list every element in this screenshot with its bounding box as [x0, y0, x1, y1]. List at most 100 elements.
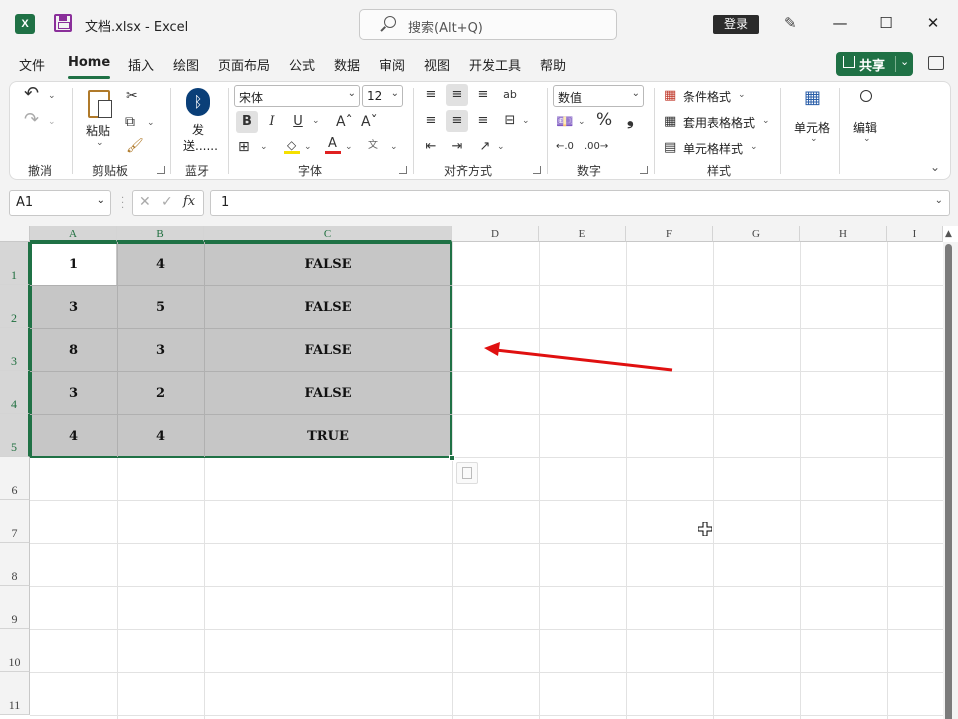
tab-home[interactable]: Home [68, 55, 110, 70]
cancel-icon[interactable]: ✕ [139, 194, 151, 210]
cell-c3[interactable]: FALSE [204, 343, 452, 358]
row-header-7[interactable]: 7 [0, 500, 30, 543]
cell-b1[interactable]: 4 [117, 257, 204, 272]
wrap-text-icon[interactable]: ab [499, 84, 521, 106]
comment-icon[interactable] [928, 56, 944, 70]
cell-a4[interactable]: 3 [30, 386, 117, 401]
row-header-3[interactable]: 3 [0, 328, 30, 371]
chevron-down-icon[interactable]: ⌄ [497, 142, 505, 152]
fill-handle[interactable] [449, 455, 455, 461]
chevron-down-icon[interactable]: ⌄ [147, 118, 155, 128]
tab-formulas[interactable]: 公式 [289, 55, 315, 74]
quick-analysis-icon[interactable] [456, 462, 478, 484]
column-header-f[interactable]: F [626, 226, 713, 242]
cell-a5[interactable]: 4 [30, 429, 117, 444]
cell-a2[interactable]: 3 [30, 300, 117, 315]
decrease-decimal-icon[interactable]: .00→ [584, 139, 608, 155]
cell-style-icon[interactable]: ▤ [664, 140, 676, 156]
maximize-button[interactable]: ☐ [875, 11, 897, 35]
tab-draw[interactable]: 绘图 [173, 55, 199, 74]
alignment-launcher-icon[interactable] [533, 166, 541, 174]
fill-color-icon[interactable]: ◇ [284, 138, 300, 154]
enter-icon[interactable]: ✓ [161, 194, 173, 210]
chevron-down-icon[interactable]: ⌄ [810, 134, 818, 144]
column-header-g[interactable]: G [713, 226, 800, 242]
bold-button[interactable]: B [236, 111, 258, 133]
search-box[interactable]: 搜索(Alt+Q) [359, 9, 617, 40]
decrease-indent-icon[interactable]: ⇤ [420, 136, 442, 158]
tab-help[interactable]: 帮助 [540, 55, 566, 74]
merge-center-icon[interactable]: ⊟ [499, 110, 521, 132]
cell-a1[interactable]: 1 [30, 257, 117, 272]
format-as-table-button[interactable]: 套用表格格式 [683, 114, 755, 131]
minimize-button[interactable]: — [829, 11, 851, 35]
chevron-down-icon[interactable]: ⌄ [762, 116, 770, 126]
align-top-icon[interactable]: ≡ [420, 84, 442, 106]
chevron-down-icon[interactable]: ⌄ [48, 117, 56, 127]
accounting-format-icon[interactable]: 💷 [556, 114, 573, 130]
cell-c4[interactable]: FALSE [204, 386, 452, 401]
tab-insert[interactable]: 插入 [128, 55, 154, 74]
row-header-8[interactable]: 8 [0, 543, 30, 586]
chevron-down-icon[interactable]: ⌄ [312, 116, 320, 126]
cell-styles-button[interactable]: 单元格样式 [683, 140, 743, 157]
orientation-icon[interactable]: ↗ [474, 136, 496, 158]
align-left-icon[interactable]: ≡ [420, 110, 442, 132]
font-launcher-icon[interactable] [399, 166, 407, 174]
chevron-down-icon[interactable]: ⌄ [900, 55, 909, 68]
align-center-icon[interactable]: ≡ [446, 110, 468, 132]
chevron-down-icon[interactable]: ⌄ [96, 138, 104, 148]
cell-c5[interactable]: TRUE [204, 429, 452, 444]
tab-developer[interactable]: 开发工具 [469, 55, 521, 74]
name-box[interactable]: A1 ⌄ [9, 190, 111, 216]
chevron-down-icon[interactable]: ⌄ [522, 116, 530, 126]
column-header-h[interactable]: H [800, 226, 887, 242]
align-middle-icon[interactable]: ≡ [446, 84, 468, 106]
row-header-4[interactable]: 4 [0, 371, 30, 414]
column-header-b[interactable]: B [117, 226, 204, 242]
cell-c1[interactable]: FALSE [204, 257, 452, 272]
number-launcher-icon[interactable] [640, 166, 648, 174]
bluetooth-send-label-2[interactable]: 送...... [183, 137, 218, 154]
phonetic-icon[interactable]: 文 [368, 138, 378, 154]
percent-icon[interactable]: % [596, 112, 612, 129]
table-format-icon[interactable]: ▦ [664, 114, 676, 130]
italic-button[interactable]: I [261, 111, 283, 133]
ribbon-collapse-icon[interactable]: ⌄ [930, 160, 940, 174]
save-icon[interactable] [54, 14, 72, 32]
cell-b3[interactable]: 3 [117, 343, 204, 358]
tab-page-layout[interactable]: 页面布局 [218, 55, 270, 74]
clipboard-launcher-icon[interactable] [157, 166, 165, 174]
format-painter-icon[interactable]: 🖌 [126, 138, 144, 154]
redo-icon[interactable]: ↷ [24, 111, 39, 129]
cell-b5[interactable]: 4 [117, 429, 204, 444]
close-button[interactable]: ✕ [922, 11, 944, 35]
align-bottom-icon[interactable]: ≡ [472, 84, 494, 106]
row-header-6[interactable]: 6 [0, 457, 30, 500]
tab-file[interactable]: 文件 [19, 55, 45, 74]
cell-b2[interactable]: 5 [117, 300, 204, 315]
border-icon[interactable]: ⊞ [238, 139, 250, 155]
conditional-format-icon[interactable]: ▦ [664, 88, 676, 104]
chevron-down-icon[interactable]: ⌄ [578, 117, 586, 127]
paste-label[interactable]: 粘贴 [86, 122, 110, 139]
column-header-d[interactable]: D [452, 226, 539, 242]
column-header-a[interactable]: A [30, 226, 117, 242]
column-header-i[interactable]: I [887, 226, 943, 242]
row-header-1[interactable]: 1 [0, 242, 30, 285]
cell-a3[interactable]: 8 [30, 343, 117, 358]
chevron-down-icon[interactable]: ⌄ [304, 142, 312, 152]
comma-style-icon[interactable]: ❟ [627, 112, 634, 129]
font-size-select[interactable]: 12 ⌄ [362, 85, 403, 107]
tab-review[interactable]: 审阅 [379, 55, 405, 74]
row-header-2[interactable]: 2 [0, 285, 30, 328]
formula-input[interactable]: 1 ⌄ [210, 190, 950, 216]
chevron-down-icon[interactable]: ⌄ [260, 142, 268, 152]
cells-icon[interactable]: ▦ [804, 89, 821, 107]
select-all-corner[interactable] [0, 226, 30, 242]
column-header-c[interactable]: C [204, 226, 452, 242]
row-header-5[interactable]: 5 [0, 414, 30, 457]
decrease-font-icon[interactable]: Aˇ [361, 114, 378, 130]
increase-decimal-icon[interactable]: ←.0 [556, 139, 574, 155]
login-button[interactable]: 登录 [713, 15, 759, 34]
